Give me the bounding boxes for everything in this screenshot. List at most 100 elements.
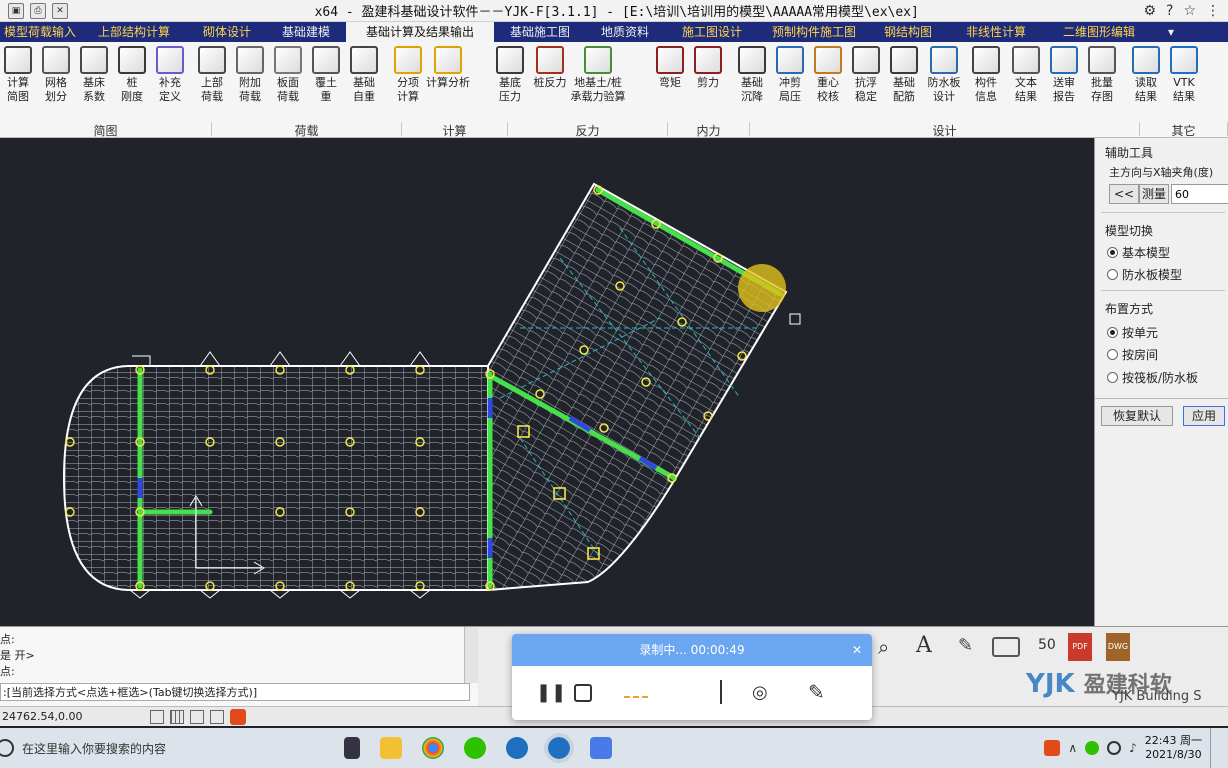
tab-item[interactable]: 基础施工图 — [494, 22, 586, 42]
print-icon[interactable]: ⎙ — [30, 2, 46, 19]
radio-by-raft[interactable]: 按筏板/防水板 — [1107, 369, 1198, 386]
apply-button[interactable]: 应用 — [1183, 406, 1225, 426]
ribbon-button[interactable]: 抗浮 稳定 — [847, 46, 885, 104]
radio-waterproof-model[interactable]: 防水板模型 — [1107, 266, 1182, 283]
network-icon[interactable] — [1107, 741, 1122, 755]
tab-item[interactable]: 预制构件施工图 — [760, 22, 868, 42]
tray-chevron-icon[interactable]: ∧ — [1068, 741, 1077, 755]
ribbon-button[interactable]: 计算 简图 — [0, 46, 37, 104]
ribbon-button[interactable]: VTK 结果 — [1165, 46, 1203, 104]
ribbon-button[interactable]: 覆土 重 — [307, 46, 345, 104]
tab-item[interactable]: 基础计算及结果输出 — [346, 22, 494, 42]
text-tool-icon[interactable]: A — [916, 633, 932, 658]
ribbon-button[interactable]: 桩 刚度 — [113, 46, 151, 104]
ribbon-button[interactable]: 批量 存图 — [1083, 46, 1121, 104]
show-desktop-button[interactable] — [1210, 728, 1218, 768]
pen-icon[interactable]: ✎ — [808, 680, 825, 704]
grid-toggle-icon[interactable] — [170, 709, 184, 724]
ribbon-button[interactable]: 文本 结果 — [1007, 46, 1045, 104]
ribbon-button[interactable]: 剪力 — [689, 46, 727, 90]
command-input[interactable]: :[当前选择方式<点选+框选>(Tab键切换选择方式)] — [0, 683, 470, 701]
yjk-app-icon[interactable] — [506, 737, 528, 759]
ribbon-button[interactable]: 读取 结果 — [1127, 46, 1165, 104]
ribbon-button[interactable]: 板面 荷载 — [269, 46, 307, 104]
angle-input[interactable] — [1171, 184, 1228, 204]
tab-item[interactable]: 模型荷载输入 — [0, 22, 80, 42]
command-window[interactable]: 点: 是 开> 点: :[当前选择方式<点选+框选>(Tab键切换选择方式)] — [0, 626, 478, 706]
tab-item[interactable]: 钢结构图 — [868, 22, 948, 42]
stop-icon[interactable] — [574, 684, 592, 702]
ribbon-button[interactable]: 基床 系数 — [75, 46, 113, 104]
ime-icon[interactable] — [230, 708, 246, 725]
ribbon-button[interactable]: 基底 压力 — [491, 46, 529, 104]
wechat-tray-icon[interactable] — [1085, 741, 1100, 755]
pile-reaction-icon — [536, 46, 564, 74]
radio-by-element[interactable]: 按单元 — [1107, 324, 1158, 341]
options-icon[interactable]: ⋮ — [1206, 3, 1220, 19]
taskbar-search-input[interactable]: 在这里输入你要搜索的内容 — [14, 740, 304, 757]
ime-tray-icon[interactable] — [1044, 740, 1061, 756]
pause-icon[interactable]: ❚❚ — [536, 682, 566, 703]
camera-icon[interactable] — [992, 637, 1020, 657]
ribbon-button[interactable]: 计算分析 — [421, 46, 475, 90]
ribbon-button-label: 防水板 设计 — [927, 76, 961, 103]
dwg-export-icon[interactable]: DWG — [1106, 633, 1130, 661]
polar-toggle-icon[interactable] — [210, 709, 224, 724]
chrome-icon[interactable] — [422, 737, 444, 759]
back-button[interactable]: << — [1109, 184, 1139, 204]
ribbon-collapse-icon[interactable]: ▾ — [1154, 22, 1188, 42]
search-icon[interactable] — [0, 739, 14, 757]
yjk-app-active-icon[interactable] — [544, 733, 574, 763]
wechat-icon[interactable] — [464, 737, 486, 759]
radio-basic-model[interactable]: 基本模型 — [1107, 244, 1170, 261]
ribbon-button[interactable]: 弯矩 — [651, 46, 689, 90]
ribbon-button[interactable]: 上部 荷载 — [193, 46, 231, 104]
tab-item[interactable]: 上部结构计算 — [80, 22, 188, 42]
wrench-icon[interactable]: ✎ — [958, 635, 973, 656]
webcam-icon[interactable]: ◎ — [752, 682, 768, 703]
tab-item[interactable]: 非线性计算 — [948, 22, 1044, 42]
ribbon-button[interactable]: 基础 自重 — [345, 46, 383, 104]
ribbon-button[interactable]: 附加 荷载 — [231, 46, 269, 104]
recorder-close-icon[interactable]: ✕ — [852, 634, 862, 666]
explorer-icon[interactable] — [380, 737, 402, 759]
ribbon-button[interactable]: 冲剪 局压 — [771, 46, 809, 104]
tab-item[interactable]: 地质资料 — [586, 22, 664, 42]
radio-by-room[interactable]: 按房间 — [1107, 346, 1158, 363]
ribbon-button[interactable]: 构件 信息 — [967, 46, 1005, 104]
ribbon-button[interactable]: 基础 沉降 — [733, 46, 771, 104]
settings-icon[interactable]: ⚙ — [1143, 3, 1156, 19]
ribbon-button-label: 剪力 — [697, 76, 719, 89]
ortho-toggle-icon[interactable] — [190, 709, 204, 724]
model-canvas[interactable] — [0, 138, 1092, 626]
command-scrollbar[interactable] — [464, 627, 478, 683]
ribbon-button[interactable]: 桩反力 — [531, 46, 569, 90]
cloud-app-icon[interactable] — [590, 737, 612, 759]
snap-toggle-icon[interactable] — [150, 709, 164, 724]
measure-button[interactable]: 测量 — [1139, 184, 1169, 204]
restore-default-button[interactable]: 恢复默认 — [1101, 406, 1173, 426]
ribbon-button[interactable]: 补充 定义 — [151, 46, 189, 104]
close-file-icon[interactable]: ✕ — [52, 2, 68, 19]
ribbon-button[interactable]: 基础 配筋 — [885, 46, 923, 104]
tab-item[interactable]: 二维图形编辑 — [1044, 22, 1154, 42]
scale-icon[interactable]: 50 — [1038, 637, 1056, 653]
ribbon-button[interactable]: 网格 划分 — [37, 46, 75, 104]
tab-item[interactable]: 基础建模 — [266, 22, 346, 42]
tab-item[interactable]: 施工图设计 — [664, 22, 760, 42]
favorite-icon[interactable]: ☆ — [1183, 3, 1196, 19]
zoom-area-icon[interactable]: ⌕ — [878, 635, 889, 659]
marker-icon[interactable] — [720, 680, 732, 704]
ribbon-button[interactable]: 地基土/桩 承载力验算 — [567, 46, 629, 104]
volume-icon[interactable]: ♪ — [1129, 741, 1137, 755]
pdf-export-icon[interactable]: PDF — [1068, 633, 1092, 661]
task-view-icon[interactable] — [344, 737, 360, 759]
save-icon[interactable]: ▣ — [8, 2, 24, 19]
tab-item[interactable]: 砌体设计 — [188, 22, 266, 42]
ribbon-button[interactable]: 重心 校核 — [809, 46, 847, 104]
help-icon[interactable]: ? — [1166, 3, 1173, 19]
ribbon-button[interactable]: 送审 报告 — [1045, 46, 1083, 104]
clock[interactable]: 22:43 周一 2021/8/30 — [1145, 734, 1202, 762]
angle-label: 主方向与X轴夹角(度) — [1109, 166, 1214, 179]
ribbon-button[interactable]: 防水板 设计 — [925, 46, 963, 104]
